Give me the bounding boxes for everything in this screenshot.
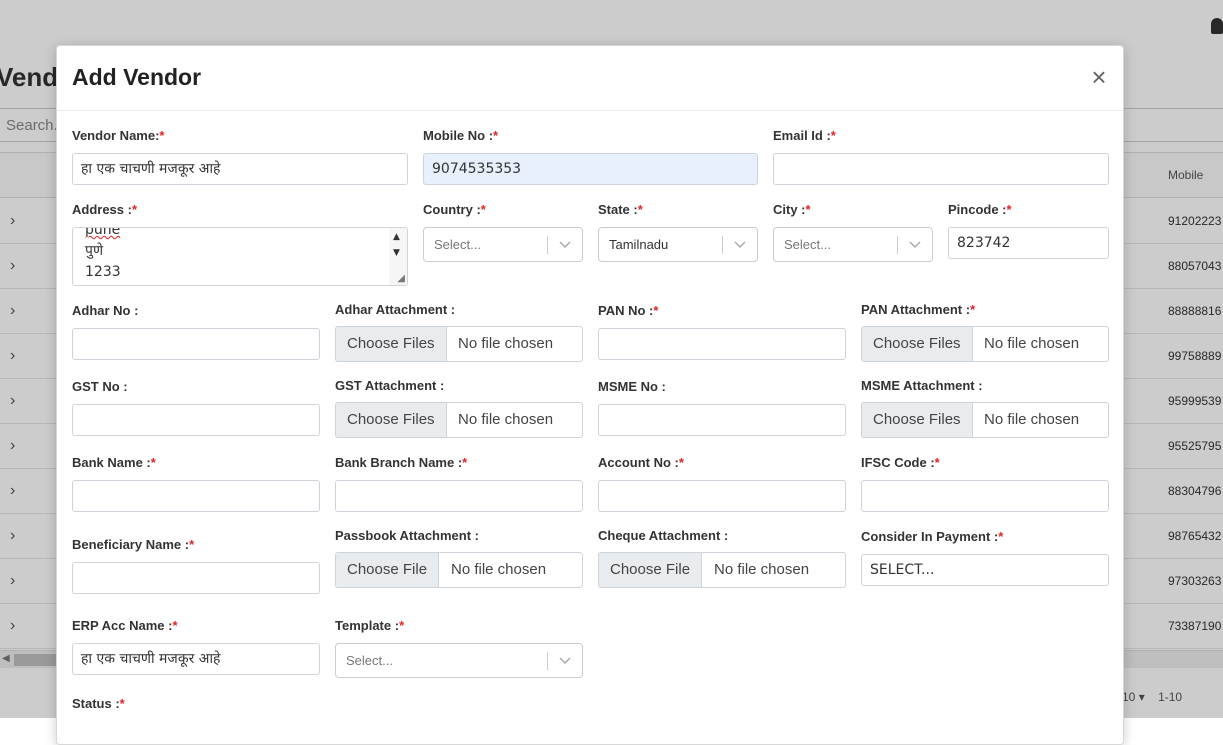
choose-file-button[interactable]: Choose File — [336, 553, 440, 587]
adhar-no-label: Adhar No : — [72, 303, 139, 318]
pan-no-input[interactable] — [598, 328, 846, 360]
chevron-down-icon[interactable] — [558, 237, 572, 251]
pan-attachment-label: PAN Attachment :* — [861, 302, 976, 317]
vendor-name-label: Vendor Name:* — [72, 128, 165, 143]
consider-in-payment-label: Consider In Payment :* — [861, 529, 1004, 544]
pan-attachment-input[interactable]: Choose Files No file chosen — [861, 326, 1109, 362]
add-vendor-modal: Add Vendor × Vendor Name:* हा एक चाचणी म… — [56, 45, 1124, 745]
gst-attachment-label: GST Attachment : — [335, 378, 445, 393]
choose-file-button[interactable]: Choose File — [599, 553, 703, 587]
state-label: State :* — [598, 202, 643, 217]
msme-no-label: MSME No : — [598, 379, 666, 394]
bank-branch-name-label: Bank Branch Name :* — [335, 455, 468, 470]
adhar-attachment-label: Adhar Attachment : — [335, 302, 456, 317]
gst-no-label: GST No : — [72, 379, 128, 394]
file-status: No file chosen — [984, 335, 1080, 352]
email-id-label: Email Id :* — [773, 128, 836, 143]
file-status: No file chosen — [458, 411, 554, 428]
state-value: Tamilnadu — [609, 237, 669, 252]
account-no-label: Account No :* — [598, 455, 684, 470]
template-label: Template :* — [335, 618, 405, 633]
file-status: No file chosen — [984, 411, 1080, 428]
file-status: No file chosen — [714, 561, 810, 578]
choose-files-button[interactable]: Choose Files — [336, 403, 447, 437]
choose-files-button[interactable]: Choose Files — [862, 403, 973, 437]
status-label: Status :* — [72, 696, 125, 711]
bank-branch-name-input[interactable] — [335, 480, 583, 512]
city-placeholder: Select... — [784, 237, 831, 252]
address-textarea[interactable]: pune पुणे 1233 ▲ ▼ ◢ — [72, 227, 408, 286]
scroll-down-icon[interactable]: ▼ — [393, 248, 400, 258]
modal-header: Add Vendor × — [57, 46, 1123, 111]
city-label: City :* — [773, 202, 811, 217]
mobile-no-label: Mobile No :* — [423, 128, 499, 143]
vendor-name-input[interactable]: हा एक चाचणी मजकूर आहे — [72, 153, 408, 185]
passbook-attachment-input[interactable]: Choose File No file chosen — [335, 552, 583, 588]
pan-no-label: PAN No :* — [598, 303, 659, 318]
msme-no-input[interactable] — [598, 404, 846, 436]
city-select[interactable]: Select... — [773, 227, 933, 262]
file-status: No file chosen — [451, 561, 547, 578]
mobile-no-input[interactable]: 9074535353 — [423, 153, 758, 185]
bank-name-label: Bank Name :* — [72, 455, 156, 470]
passbook-attachment-label: Passbook Attachment : — [335, 528, 479, 543]
resize-handle-icon[interactable]: ◢ — [397, 273, 405, 284]
beneficiary-name-input[interactable] — [72, 562, 320, 594]
address-line: पुणे — [85, 243, 104, 259]
country-select[interactable]: Select... — [423, 227, 583, 262]
chevron-down-icon[interactable] — [558, 653, 572, 667]
bank-name-input[interactable] — [72, 480, 320, 512]
pincode-input[interactable]: 823742 — [948, 227, 1109, 259]
scroll-up-icon[interactable]: ▲ — [393, 232, 400, 242]
address-line: 1233 — [85, 264, 121, 280]
msme-attachment-label: MSME Attachment : — [861, 378, 983, 393]
consider-in-payment-select[interactable]: SELECT... — [861, 554, 1109, 586]
cheque-attachment-label: Cheque Attachment : — [598, 528, 729, 543]
template-placeholder: Select... — [346, 653, 393, 668]
cheque-attachment-input[interactable]: Choose File No file chosen — [598, 552, 846, 588]
close-icon[interactable]: × — [1087, 64, 1111, 90]
address-line: pune — [85, 227, 121, 238]
account-no-input[interactable] — [598, 480, 846, 512]
adhar-no-input[interactable] — [72, 328, 320, 360]
template-select[interactable]: Select... — [335, 643, 583, 678]
country-placeholder: Select... — [434, 237, 481, 252]
choose-files-button[interactable]: Choose Files — [862, 327, 973, 361]
address-label: Address :* — [72, 202, 138, 217]
chevron-down-icon[interactable] — [733, 237, 747, 251]
adhar-attachment-input[interactable]: Choose Files No file chosen — [335, 326, 583, 362]
beneficiary-name-label: Beneficiary Name :* — [72, 537, 195, 552]
erp-acc-name-label: ERP Acc Name :* — [72, 618, 178, 633]
erp-acc-name-input[interactable]: हा एक चाचणी मजकूर आहे — [72, 643, 320, 675]
choose-files-button[interactable]: Choose Files — [336, 327, 447, 361]
ifsc-code-label: IFSC Code :* — [861, 455, 940, 470]
chevron-down-icon[interactable] — [908, 237, 922, 251]
email-id-input[interactable] — [773, 153, 1109, 185]
msme-attachment-input[interactable]: Choose Files No file chosen — [861, 402, 1109, 438]
file-status: No file chosen — [458, 335, 554, 352]
state-select[interactable]: Tamilnadu — [598, 227, 758, 262]
gst-no-input[interactable] — [72, 404, 320, 436]
country-label: Country :* — [423, 202, 486, 217]
ifsc-code-input[interactable] — [861, 480, 1109, 512]
modal-title: Add Vendor — [72, 64, 202, 90]
pincode-label: Pincode :* — [948, 202, 1012, 217]
gst-attachment-input[interactable]: Choose Files No file chosen — [335, 402, 583, 438]
